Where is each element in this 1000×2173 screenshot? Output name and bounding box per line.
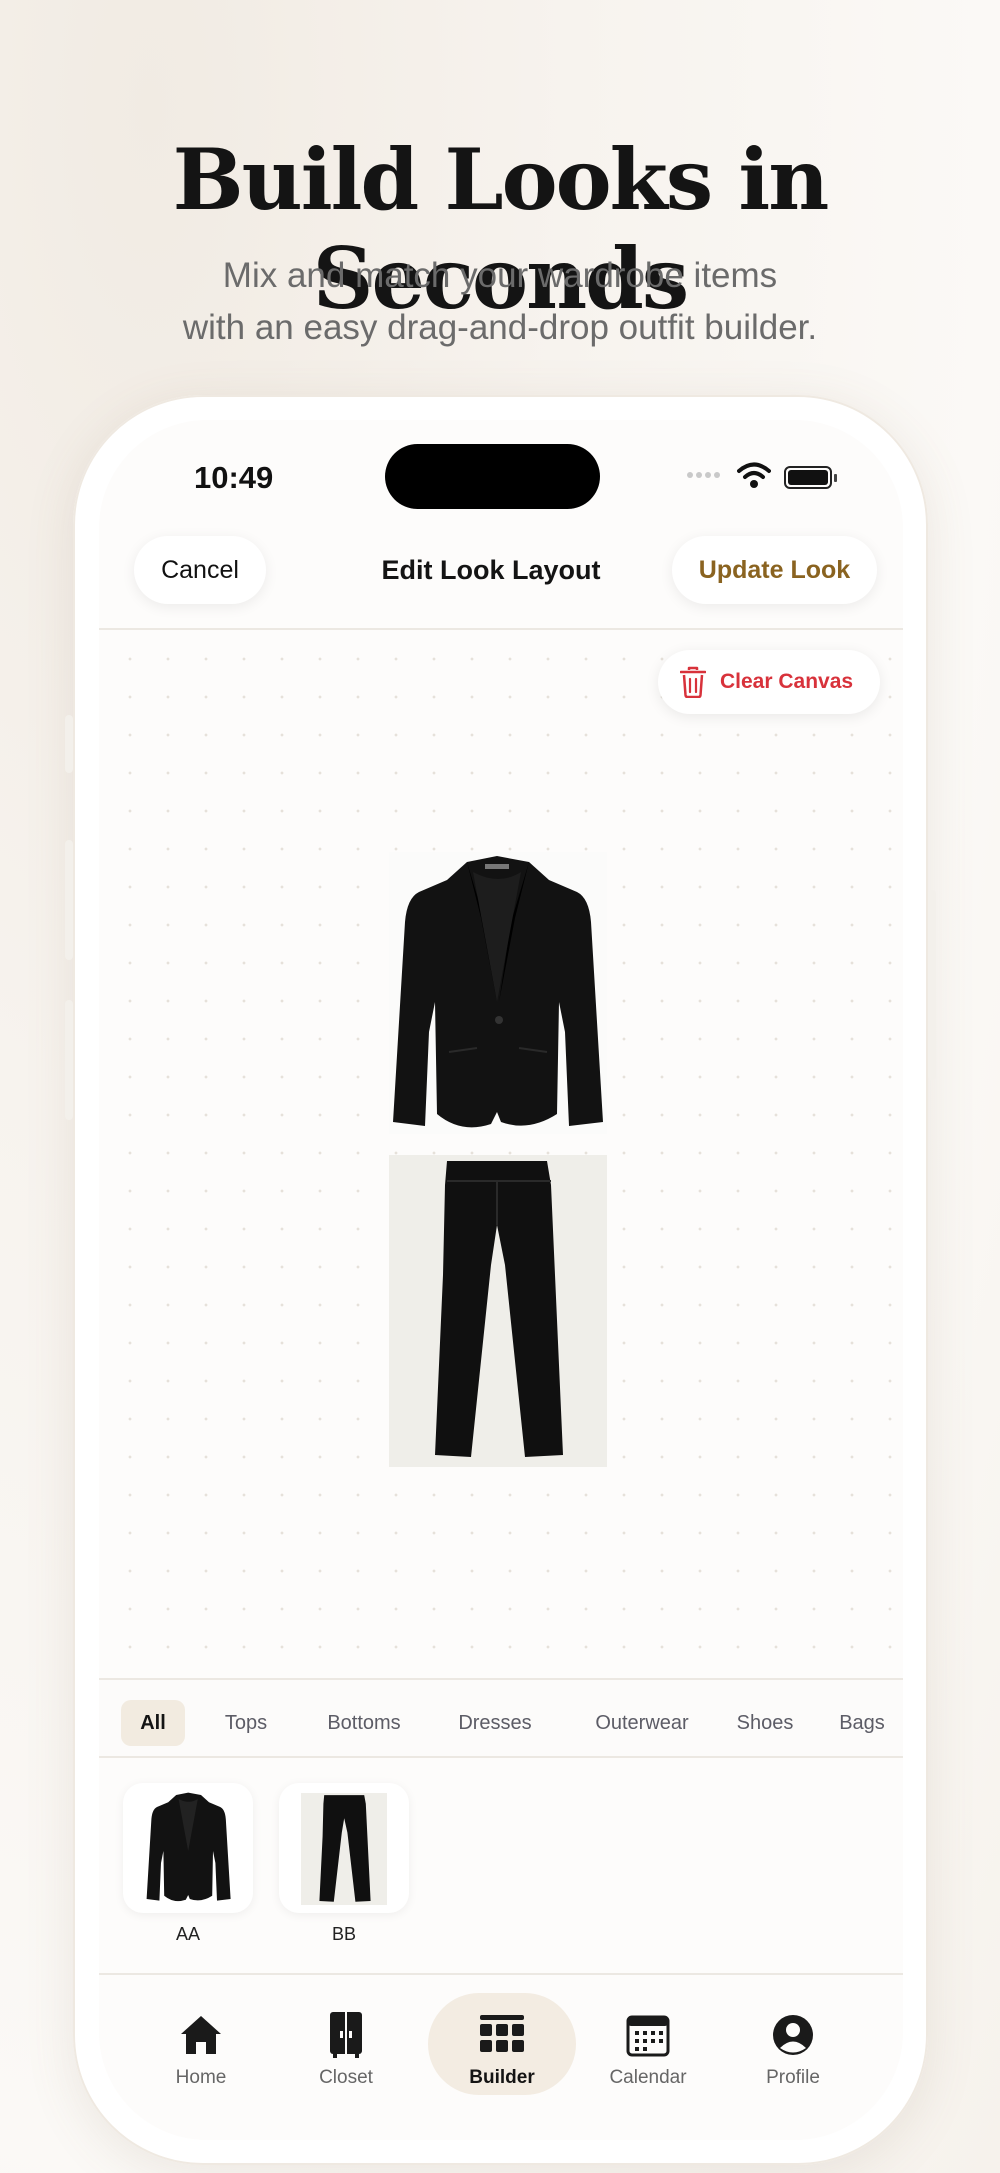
wardrobe-item-label: AA [175,1924,200,1944]
cancel-button[interactable]: Cancel [134,536,266,604]
trash-icon [680,666,706,698]
clear-canvas-label: Clear Canvas [720,670,854,693]
phone-screen: 10:49 Cancel Edit Look Layout Update Loo… [99,420,903,2140]
wardrobe-item-label: BB [331,1924,356,1944]
category-tab-bags[interactable]: Bags [827,1700,897,1746]
canvas-item-trousers[interactable] [389,1155,607,1467]
phone-action-button [65,715,73,773]
category-tab-shoes[interactable]: Shoes [725,1700,805,1746]
category-filter-bar: All Tops Bottoms Dresses Outerwear Shoes… [99,1678,903,1758]
status-icons [687,462,837,492]
clear-canvas-button[interactable]: Clear Canvas [658,650,880,714]
tab-home-label: Home [175,2067,227,2088]
calendar-icon [626,2015,670,2057]
wardrobe-item-thumb[interactable] [123,1783,253,1913]
phone-volume-down-button [65,1000,73,1120]
wardrobe-tray: AA BB [99,1758,903,1973]
category-tab-tops[interactable]: Tops [211,1700,281,1746]
trousers-image [301,1793,387,1905]
signal-dots-icon [687,472,720,478]
wifi-icon [737,462,771,488]
tab-closet-label: Closet [319,2067,373,2088]
tab-profile[interactable]: Profile [738,2005,848,2105]
page-title: Edit Look Layout [381,555,601,585]
profile-icon [773,2015,813,2055]
bottom-tab-bar: Home Closet Builder Calendar Profile [99,1973,903,2140]
category-tab-all[interactable]: All [121,1700,185,1746]
phone-power-button [928,890,936,1080]
home-icon [181,2016,221,2054]
trousers-image [435,1161,563,1457]
update-look-button[interactable]: Update Look [672,536,877,604]
tab-calendar[interactable]: Calendar [593,2005,703,2105]
wardrobe-item-thumb[interactable] [279,1783,409,1913]
marketing-subline: Mix and match your wardrobe items with a… [0,250,1000,354]
battery-icon [784,466,832,489]
tab-home[interactable]: Home [146,2005,256,2105]
phone-volume-up-button [65,840,73,960]
status-time: 10:49 [194,460,274,495]
blazer-image [146,1792,231,1902]
closet-icon [330,2012,362,2058]
tab-closet[interactable]: Closet [291,2005,401,2105]
tab-profile-label: Profile [766,2067,820,2088]
subline-line-2: with an easy drag-and-drop outfit builde… [182,308,818,347]
tab-builder[interactable]: Builder [447,2005,557,2105]
dynamic-island [385,444,600,509]
category-tab-bottoms[interactable]: Bottoms [309,1700,419,1746]
subline-line-1: Mix and match your wardrobe items [222,256,778,295]
battery-cap [834,474,837,482]
builder-grid-icon [480,2015,524,2052]
tab-builder-label: Builder [469,2067,535,2088]
category-tab-outerwear[interactable]: Outerwear [577,1700,707,1746]
blazer-image [393,856,603,1128]
category-tab-dresses[interactable]: Dresses [443,1700,547,1746]
tab-calendar-label: Calendar [609,2067,687,2088]
canvas-item-blazer[interactable] [389,852,607,1134]
